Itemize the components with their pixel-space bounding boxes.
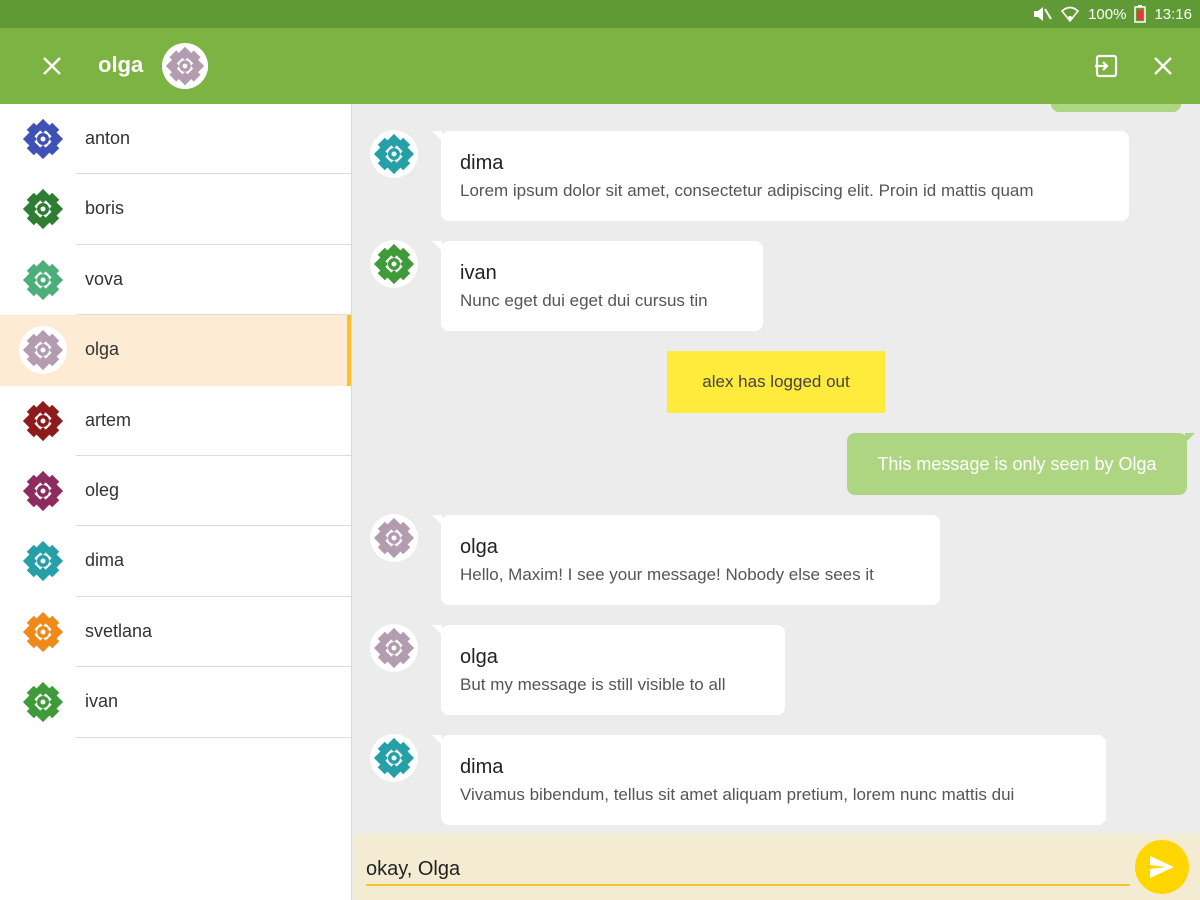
clock: 13:16: [1154, 5, 1192, 23]
message-sender: dima: [460, 152, 504, 174]
avatar-pattern-icon: [370, 734, 418, 782]
user-name: dima: [85, 550, 125, 571]
message-sender: dima: [460, 756, 504, 778]
battery-percent: 100%: [1088, 5, 1127, 23]
title-avatar[interactable]: [162, 43, 208, 89]
message-text: Hello, Maxim! I see your message! Nobody…: [460, 565, 874, 584]
user-item-artem[interactable]: artem: [0, 386, 351, 456]
avatar-pattern-icon: [19, 396, 67, 445]
mute-icon: [1032, 5, 1052, 23]
user-item-olga[interactable]: olga: [0, 315, 351, 386]
user-list: anton boris vova olga artem oleg dima sv…: [0, 104, 352, 900]
system-notice: alex has logged out: [667, 351, 885, 413]
user-name: vova: [85, 268, 124, 289]
user-item-vova[interactable]: vova: [0, 245, 351, 316]
exit-button[interactable]: [1086, 46, 1126, 86]
message-avatar[interactable]: [370, 734, 418, 782]
avatar: [19, 255, 67, 304]
message-text: But my message is still visible to all: [460, 675, 726, 694]
avatar-pattern-icon: [19, 678, 67, 727]
own-message-bubble: This message is only seen by Olga: [847, 433, 1195, 495]
avatar-pattern-icon: [19, 115, 67, 163]
message-input[interactable]: [366, 854, 1130, 886]
message-text: Nunc eget dui eget dui cursus tin: [460, 291, 708, 310]
avatar: [19, 115, 67, 163]
user-name: oleg: [85, 479, 120, 500]
battery-icon: [1134, 5, 1147, 23]
user-item-svetlana[interactable]: svetlana: [0, 597, 351, 668]
chat-title: olga: [98, 52, 144, 77]
message-list[interactable]: dima Lorem ipsum dolor sit amet, consect…: [353, 104, 1200, 834]
user-item-boris[interactable]: boris: [0, 174, 351, 245]
user-name: boris: [85, 198, 125, 219]
avatar-pattern-icon: [19, 185, 67, 234]
message-bubble: dima Lorem ipsum dolor sit amet, consect…: [432, 131, 1129, 221]
close-chat-button[interactable]: [32, 46, 72, 86]
avatar-pattern-icon: [19, 537, 67, 586]
send-button[interactable]: [1135, 840, 1189, 894]
user-item-anton[interactable]: anton: [0, 104, 351, 175]
avatar: [19, 326, 67, 375]
message-text: Vivamus bibendum, tellus sit amet aliqua…: [460, 785, 1015, 804]
wifi-icon: [1060, 5, 1080, 23]
avatar: [19, 396, 67, 445]
app-bar: olga: [0, 28, 1200, 104]
user-name: anton: [85, 128, 131, 148]
divider: [76, 736, 351, 738]
avatar-pattern-icon: [19, 255, 67, 304]
user-item-oleg[interactable]: oleg: [0, 456, 351, 527]
user-name: olga: [85, 339, 120, 360]
avatar: [19, 678, 67, 727]
user-item-ivan[interactable]: ivan: [0, 667, 351, 738]
avatar-pattern-icon: [370, 514, 418, 562]
message-text: Lorem ipsum dolor sit amet, consectetur …: [460, 181, 1034, 200]
avatar-pattern-icon: [370, 130, 418, 178]
user-name: svetlana: [85, 620, 153, 641]
close-button[interactable]: [1143, 46, 1183, 86]
send-icon: [1150, 856, 1174, 878]
message-avatar[interactable]: [370, 624, 418, 672]
user-name: artem: [85, 409, 132, 430]
user-name: ivan: [85, 691, 119, 712]
avatar-pattern-icon: [370, 624, 418, 672]
avatar: [19, 537, 67, 586]
close-icon: [1154, 57, 1172, 75]
exit-to-app-icon: [1095, 54, 1118, 78]
message-bubble: dima Vivamus bibendum, tellus sit amet a…: [432, 735, 1106, 825]
message-avatar[interactable]: [370, 130, 418, 178]
message-sender: olga: [460, 646, 498, 668]
close-icon: [43, 57, 61, 75]
message-bubble: olga Hello, Maxim! I see your message! N…: [432, 515, 940, 605]
avatar: [19, 466, 67, 515]
message-sender: olga: [460, 536, 498, 558]
message-bubble: olga But my message is still visible to …: [432, 625, 785, 715]
avatar: [19, 185, 67, 234]
composer: [353, 834, 1200, 900]
user-item-dima[interactable]: dima: [0, 526, 351, 597]
message-bubble: ivan Nunc eget dui eget dui cursus tin: [432, 241, 763, 331]
avatar: [19, 607, 67, 656]
message-avatar[interactable]: [370, 514, 418, 562]
avatar-pattern-icon: [19, 466, 67, 515]
own-message-bubble: [1051, 104, 1181, 112]
status-bar: 100% 13:16: [0, 0, 1200, 28]
message-sender: ivan: [460, 262, 497, 284]
avatar-pattern-icon: [162, 43, 208, 89]
message-avatar[interactable]: [370, 240, 418, 288]
avatar-pattern-icon: [370, 240, 418, 288]
avatar-pattern-icon: [19, 326, 67, 375]
avatar-pattern-icon: [19, 607, 67, 656]
